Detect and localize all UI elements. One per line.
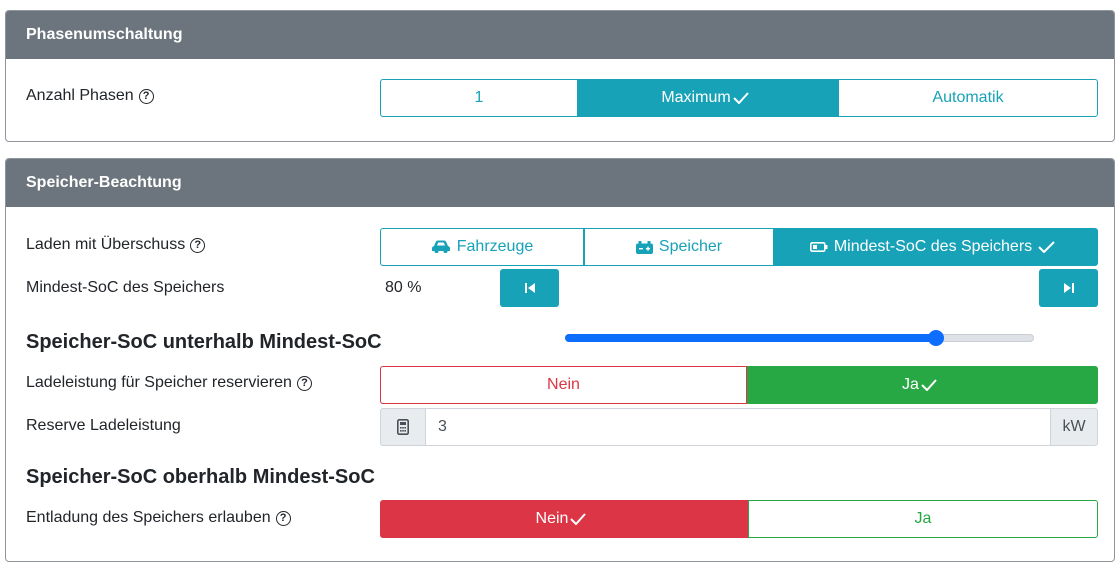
check-icon: [732, 92, 749, 104]
reserve-label-row: Ladeleistung für Speicher reservieren ?: [26, 374, 312, 392]
slider-decrement-button[interactable]: [500, 269, 559, 307]
reserve-power-label: Reserve Ladeleistung: [26, 417, 181, 434]
calculator-icon-addon: [380, 408, 426, 446]
battery-low-icon: [809, 242, 828, 252]
surplus-label: Laden mit Überschuss: [26, 236, 186, 253]
surplus-storage-button[interactable]: Speicher: [584, 228, 774, 266]
help-icon[interactable]: ?: [296, 375, 312, 391]
phase-switch-card: Phasenumschaltung Anzahl Phasen ? 1 Maxi…: [5, 10, 1115, 142]
help-icon[interactable]: ?: [275, 510, 291, 526]
battery-icon: [635, 240, 653, 254]
below-min-soc-title: Speicher-SoC unterhalb Mindest-SoC: [26, 331, 382, 353]
phase-count-label-row: Anzahl Phasen ?: [26, 87, 154, 105]
check-icon: [1038, 241, 1055, 253]
skip-end-icon: [1063, 283, 1074, 293]
reserve-no-button[interactable]: Nein: [380, 366, 747, 404]
storage-card: Speicher-Beachtung Laden mit Überschuss …: [5, 158, 1115, 562]
surplus-min-soc-button[interactable]: Mindest-SoC des Speichers: [774, 228, 1098, 266]
surplus-toggle: Fahrzeuge Speicher Mindest-SoC des Speic…: [380, 228, 1098, 266]
discharge-label: Entladung des Speichers erlauben: [26, 509, 271, 526]
min-soc-slider-fill: [565, 334, 936, 342]
above-min-soc-title: Speicher-SoC oberhalb Mindest-SoC: [26, 466, 375, 488]
phase-option-1-button[interactable]: 1: [380, 79, 578, 117]
reserve-power-unit: kW: [1050, 408, 1098, 446]
car-icon: [431, 240, 450, 253]
reserve-power-input[interactable]: 3: [426, 408, 1050, 446]
discharge-yes-button[interactable]: Ja: [748, 500, 1098, 538]
min-soc-value: 80 %: [385, 279, 422, 296]
help-icon[interactable]: ?: [138, 88, 154, 104]
phase-switch-header: Phasenumschaltung: [6, 11, 1114, 59]
slider-increment-button[interactable]: [1039, 269, 1098, 307]
phase-count-toggle: 1 Maximum Automatik: [380, 79, 1098, 117]
check-icon: [570, 513, 587, 525]
help-icon[interactable]: ?: [190, 237, 206, 253]
calculator-icon: [397, 419, 409, 435]
discharge-label-row: Entladung des Speichers erlauben ?: [26, 509, 291, 527]
reserve-label: Ladeleistung für Speicher reservieren: [26, 374, 292, 391]
min-soc-label: Mindest-SoC des Speichers: [26, 279, 225, 296]
reserve-toggle: Nein Ja: [380, 366, 1098, 404]
discharge-toggle: Nein Ja: [380, 500, 1098, 538]
phase-option-maximum-button[interactable]: Maximum: [578, 79, 838, 117]
reserve-power-input-group: 3 kW: [380, 408, 1098, 446]
reserve-yes-button[interactable]: Ja: [747, 366, 1098, 404]
phase-option-automatik-button[interactable]: Automatik: [838, 79, 1098, 117]
skip-start-icon: [524, 283, 535, 293]
discharge-no-button[interactable]: Nein: [380, 500, 748, 538]
check-icon: [921, 379, 937, 391]
phase-count-label: Anzahl Phasen: [26, 87, 134, 104]
min-soc-slider-thumb[interactable]: [928, 330, 944, 346]
storage-header: Speicher-Beachtung: [6, 159, 1114, 207]
surplus-vehicles-button[interactable]: Fahrzeuge: [380, 228, 584, 266]
surplus-label-row: Laden mit Überschuss ?: [26, 236, 206, 254]
